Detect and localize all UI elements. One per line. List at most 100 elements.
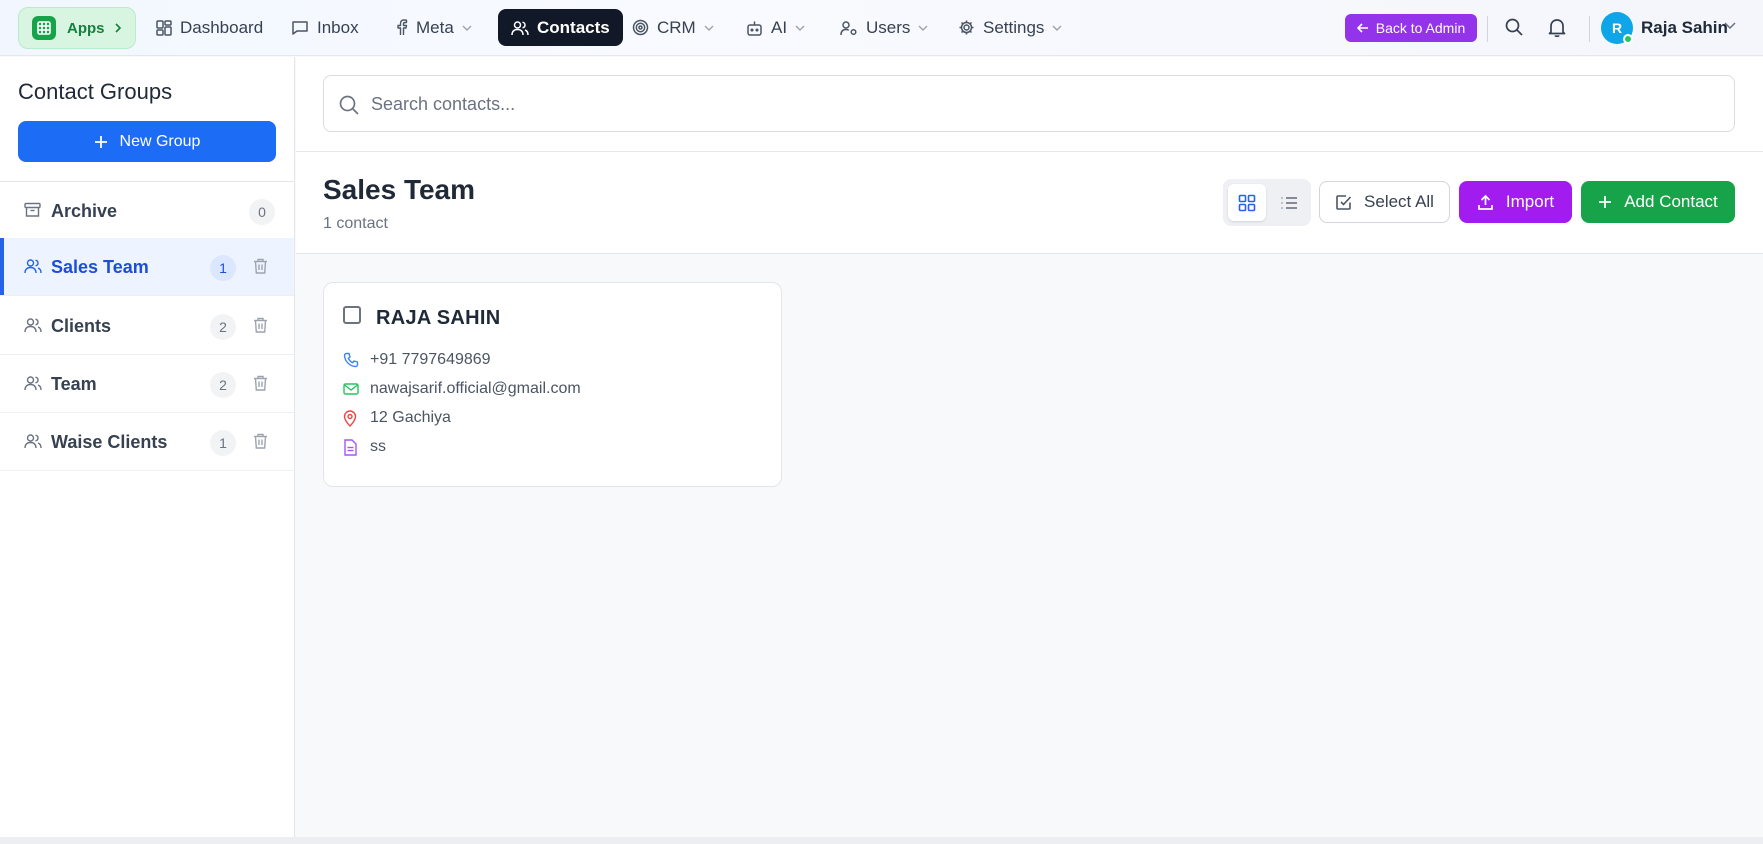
list-icon xyxy=(1280,195,1298,211)
group-item-archive[interactable]: Archive 0 xyxy=(0,182,294,240)
chevron-down-icon xyxy=(918,25,928,31)
online-status-indicator xyxy=(1623,34,1633,44)
trash-icon[interactable] xyxy=(253,258,268,274)
group-count-badge: 2 xyxy=(210,372,236,398)
file-text-icon xyxy=(343,438,359,456)
contact-email-row: nawajsarif.official@gmail.com xyxy=(343,380,581,398)
nav-settings[interactable]: Settings xyxy=(958,9,1062,46)
nav-label: Meta xyxy=(416,17,454,37)
new-group-label: New Group xyxy=(119,132,201,150)
import-button[interactable]: Import xyxy=(1459,181,1572,223)
trash-icon[interactable] xyxy=(253,375,268,391)
contact-card[interactable]: RAJA SAHIN +91 7797649869 nawajsarif.off… xyxy=(323,282,782,487)
page-title: Sales Team xyxy=(323,174,476,205)
select-all-button[interactable]: Select All xyxy=(1319,181,1450,223)
group-item-waise-clients[interactable]: Waise Clients 1 xyxy=(0,413,294,471)
bottom-edge xyxy=(0,837,1763,844)
upload-icon xyxy=(1477,194,1494,211)
users-icon xyxy=(24,375,42,391)
contact-phone: +91 7797649869 xyxy=(370,351,491,368)
contact-name: RAJA SAHIN xyxy=(376,307,501,329)
search-input[interactable] xyxy=(371,88,1711,120)
check-square-icon xyxy=(1335,194,1352,211)
nav-inbox[interactable]: Inbox xyxy=(291,9,359,46)
search-bar[interactable] xyxy=(323,75,1735,132)
import-label: Import xyxy=(1505,192,1555,211)
chevron-down-icon xyxy=(1052,25,1062,31)
archive-icon xyxy=(24,202,41,218)
nav-ai[interactable]: AI xyxy=(746,9,805,46)
users-icon xyxy=(511,20,529,36)
chevron-down-icon[interactable] xyxy=(1724,22,1736,29)
divider xyxy=(1487,16,1488,42)
dashboard-icon xyxy=(156,19,172,36)
back-to-admin-label: Back to Admin xyxy=(1375,20,1466,36)
facebook-icon xyxy=(396,19,408,36)
view-toggle xyxy=(1223,179,1311,226)
grid-icon xyxy=(1238,194,1256,212)
group-label: Archive xyxy=(51,201,118,221)
nav-label: AI xyxy=(771,17,788,37)
nav-label: Settings xyxy=(983,17,1045,37)
nav-users[interactable]: Users xyxy=(840,9,928,46)
group-count-badge: 1 xyxy=(210,430,236,456)
group-item-sales-team[interactable]: Sales Team 1 xyxy=(0,238,294,296)
gear-icon xyxy=(958,19,975,36)
grid-icon xyxy=(32,16,56,40)
group-count-badge: 0 xyxy=(249,199,275,225)
divider xyxy=(1589,16,1590,42)
chevron-down-icon xyxy=(462,25,472,31)
nav-contacts[interactable]: Contacts xyxy=(498,9,623,46)
list-view-button[interactable] xyxy=(1271,184,1307,221)
new-group-button[interactable]: New Group xyxy=(18,121,276,162)
nav-crm[interactable]: CRM xyxy=(632,9,714,46)
chevron-down-icon xyxy=(704,25,714,31)
group-item-clients[interactable]: Clients 2 xyxy=(0,297,294,355)
nav-meta[interactable]: Meta xyxy=(396,9,472,46)
contact-checkbox[interactable] xyxy=(343,306,361,324)
bell-icon[interactable] xyxy=(1547,17,1567,38)
users-icon xyxy=(24,258,42,274)
user-name[interactable]: Raja Sahin xyxy=(1641,18,1728,38)
inbox-icon xyxy=(291,20,309,36)
apps-label: Apps xyxy=(67,19,105,37)
map-pin-icon xyxy=(343,409,359,427)
bot-icon xyxy=(746,20,763,36)
nav-dashboard[interactable]: Dashboard xyxy=(156,9,263,46)
add-contact-label: Add Contact xyxy=(1624,192,1718,211)
sidebar-title: Contact Groups xyxy=(18,79,173,104)
contact-notes: ss xyxy=(370,438,386,455)
grid-view-button[interactable] xyxy=(1228,184,1266,221)
arrow-left-icon xyxy=(1356,23,1369,33)
group-label: Waise Clients xyxy=(51,432,168,452)
chevron-down-icon xyxy=(795,25,805,31)
add-contact-button[interactable]: Add Contact xyxy=(1581,181,1735,223)
apps-button[interactable]: Apps xyxy=(18,7,136,49)
nav-label: Dashboard xyxy=(180,17,264,37)
plus-icon xyxy=(94,135,108,149)
contact-notes-row: ss xyxy=(343,438,386,456)
back-to-admin-button[interactable]: Back to Admin xyxy=(1345,14,1477,42)
nav-label: CRM xyxy=(657,17,696,37)
phone-icon xyxy=(343,352,359,368)
mail-icon xyxy=(343,382,359,396)
user-cog-icon xyxy=(840,20,858,36)
avatar-initial: R xyxy=(1611,20,1623,36)
trash-icon[interactable] xyxy=(253,433,268,449)
search-icon[interactable] xyxy=(1504,17,1524,37)
group-count-badge: 1 xyxy=(210,255,236,281)
plus-icon xyxy=(1598,195,1612,209)
contact-phone-row: +91 7797649869 xyxy=(343,351,491,369)
nav-label: Users xyxy=(866,17,911,37)
top-navbar: Apps Dashboard Inbox Meta Contacts CRM A… xyxy=(0,0,1763,56)
group-item-team[interactable]: Team 2 xyxy=(0,355,294,413)
group-count-badge: 2 xyxy=(210,314,236,340)
contact-email: nawajsarif.official@gmail.com xyxy=(370,380,581,397)
contact-address-row: 12 Gachiya xyxy=(343,409,451,427)
divider xyxy=(296,253,1763,254)
group-label: Team xyxy=(51,374,97,394)
group-label: Clients xyxy=(51,316,112,336)
group-label: Sales Team xyxy=(51,257,149,277)
chevron-right-icon xyxy=(114,23,122,33)
trash-icon[interactable] xyxy=(253,317,268,333)
